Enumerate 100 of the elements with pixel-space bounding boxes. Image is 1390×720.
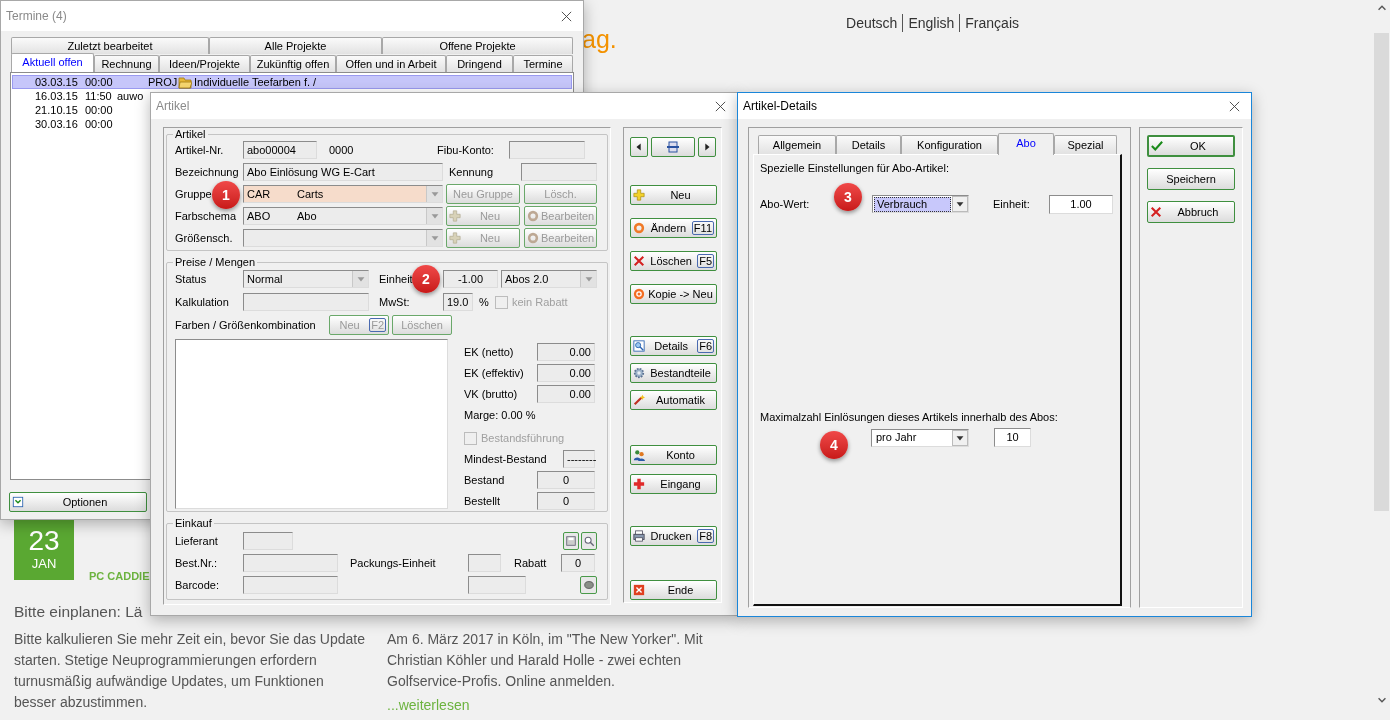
- list-icon: [12, 496, 24, 508]
- field-label: Abo-Wert:: [760, 196, 810, 212]
- tab[interactable]: Zukünftig offen: [250, 55, 336, 72]
- button[interactable]: Bestandteile: [630, 363, 717, 383]
- printer-icon: [633, 530, 645, 542]
- input-field[interactable]: [509, 141, 585, 159]
- language-link[interactable]: Français: [959, 14, 1024, 32]
- list-row[interactable]: 30.03.16 00:00: [12, 117, 120, 131]
- icon-button[interactable]: [563, 532, 579, 550]
- tab[interactable]: Aktuell offen: [11, 53, 94, 72]
- group-label: Preise / Mengen: [174, 257, 257, 268]
- input-field[interactable]: 0.00: [537, 343, 595, 361]
- tab[interactable]: Alle Projekte: [209, 37, 382, 54]
- button[interactable]: Automatik: [630, 390, 717, 410]
- input-field[interactable]: Abo Einlösung WG E-Cart: [243, 163, 443, 181]
- button[interactable]: Abbruch: [1147, 201, 1235, 223]
- button[interactable]: Ändern F11: [630, 218, 717, 238]
- time-text: 11:50: [85, 88, 113, 104]
- field-label: Maximalzahl Einlösungen dieses Artikels innerhalb des Abos:: [760, 409, 1058, 425]
- field-label: Status: [175, 271, 208, 287]
- input-field[interactable]: 0.00: [537, 364, 595, 382]
- input-field[interactable]: --------: [563, 450, 595, 468]
- button[interactable]: Drucken F8: [630, 526, 717, 546]
- input-field[interactable]: 19.0: [443, 293, 473, 311]
- tab[interactable]: Termine: [513, 55, 573, 72]
- input-field[interactable]: [521, 163, 597, 181]
- field-label: EK (effektiv): [464, 365, 524, 381]
- swirl-icon: [633, 288, 645, 300]
- button[interactable]: OK: [1147, 135, 1235, 157]
- field-label: Artikel-Nr.: [175, 142, 225, 158]
- people-icon: [633, 449, 645, 461]
- list-row[interactable]: 16.03.15 11:50 auwo: [12, 89, 151, 103]
- input-field[interactable]: [243, 532, 293, 550]
- tab[interactable]: Offene Projekte: [382, 37, 573, 54]
- button[interactable]: Eingang: [630, 474, 717, 494]
- button[interactable]: Details F6: [630, 336, 717, 356]
- input-field[interactable]: 0: [561, 554, 595, 572]
- input-field[interactable]: 10: [994, 428, 1031, 447]
- tab[interactable]: Ideen/Projekte: [159, 55, 250, 72]
- language-link[interactable]: Deutsch: [841, 14, 903, 32]
- date-month: JAN: [31, 556, 57, 572]
- ring-icon: [527, 232, 539, 244]
- time-text: 00:00: [85, 74, 114, 90]
- icon-button[interactable]: [581, 532, 597, 550]
- button[interactable]: Konto: [630, 445, 717, 465]
- dropdown[interactable]: CAR Carts: [243, 185, 443, 203]
- tab[interactable]: Offen und in Arbeit: [336, 55, 446, 72]
- icon-button[interactable]: [580, 576, 597, 594]
- field-label: Lieferant: [175, 533, 219, 549]
- next-button[interactable]: [698, 137, 716, 157]
- plus-icon: [633, 189, 645, 201]
- dropdown[interactable]: Verbrauch: [872, 195, 969, 213]
- button[interactable]: Löschen F5: [630, 251, 717, 271]
- tab[interactable]: Details: [836, 135, 901, 154]
- list-row[interactable]: 21.10.15 00:00: [12, 103, 120, 117]
- button[interactable]: Neu: [630, 185, 717, 205]
- language-link[interactable]: English: [902, 14, 960, 32]
- dropdown[interactable]: Abos 2.0: [501, 270, 597, 288]
- input-field[interactable]: [243, 576, 338, 594]
- date-day: 23: [28, 526, 60, 556]
- dropdown[interactable]: Normal: [243, 270, 369, 288]
- print-button[interactable]: [651, 137, 695, 157]
- dropdown[interactable]: ABO Abo: [243, 207, 443, 225]
- previous-button[interactable]: [630, 137, 648, 157]
- input-field[interactable]: [468, 576, 526, 594]
- dropdown[interactable]: pro Jahr: [871, 428, 969, 447]
- input-field[interactable]: 1.00: [1049, 194, 1113, 214]
- button[interactable]: Kopie -> Neu: [630, 284, 717, 304]
- input-field[interactable]: [468, 554, 501, 572]
- dropdown[interactable]: [243, 229, 443, 247]
- input-field[interactable]: 0.00: [537, 385, 595, 403]
- button[interactable]: Ende: [630, 580, 717, 600]
- close-icon: [633, 255, 645, 267]
- input-field[interactable]: 0: [537, 471, 595, 489]
- tab[interactable]: Dringend: [446, 55, 513, 72]
- button[interactable]: Speichern: [1147, 168, 1235, 190]
- tab[interactable]: Rechnung: [94, 55, 159, 72]
- folder-icon: [178, 75, 192, 89]
- section-heading: Spezielle Einstellungen für Abo-Artikel:: [760, 161, 950, 176]
- tab[interactable]: Konfiguration: [901, 135, 998, 154]
- close-icon: [1150, 206, 1162, 218]
- plus-icon: [449, 232, 461, 244]
- tab[interactable]: Spezial: [1054, 135, 1117, 154]
- search-icon: [583, 535, 595, 547]
- time-text: 00:00: [85, 102, 114, 118]
- list-row[interactable]: 03.03.15 00:00 PROJ Individuelle Teefarben f. /: [12, 75, 572, 89]
- tab[interactable]: Allgemein: [758, 135, 836, 154]
- input-field[interactable]: 0: [537, 492, 595, 510]
- field-label: Mindest-Bestand: [464, 451, 547, 467]
- check-icon: [1151, 140, 1163, 152]
- input-field[interactable]: [243, 293, 369, 311]
- tab[interactable]: Abo: [998, 133, 1054, 155]
- ring-icon: [633, 222, 645, 234]
- group-label: Einkauf: [174, 518, 213, 529]
- input-field[interactable]: [243, 554, 338, 572]
- tab[interactable]: Zuletzt bearbeitet: [11, 37, 209, 54]
- input-field[interactable]: abo00004: [243, 141, 317, 159]
- button[interactable]: Optionen: [9, 492, 147, 512]
- input-field[interactable]: -1.00: [443, 270, 498, 288]
- field-label: Fibu-Konto:: [437, 142, 495, 158]
